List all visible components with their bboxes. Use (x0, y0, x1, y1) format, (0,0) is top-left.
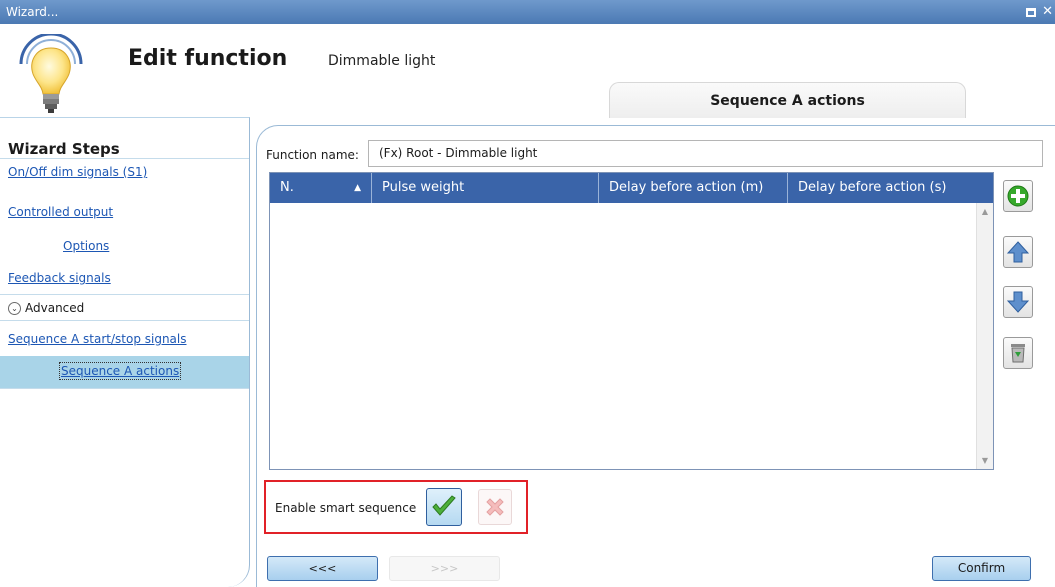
column-header-delay-m[interactable]: Delay before action (m) (599, 173, 788, 203)
add-icon (1007, 185, 1029, 207)
divider (0, 158, 249, 159)
smart-sequence-label: Enable smart sequence (275, 501, 417, 515)
scroll-up-icon[interactable]: ▲ (977, 207, 993, 216)
next-button[interactable]: >>> (389, 556, 500, 581)
header: Edit function Dimmable light Sequence A … (0, 24, 1055, 118)
column-label: N. (280, 180, 294, 195)
wizard-steps-panel: Wizard Steps On/Off dim signals (S1) Con… (0, 117, 250, 587)
step-on-off-dim-signals[interactable]: On/Off dim signals (S1) (8, 165, 147, 179)
function-name-input[interactable]: (Fx) Root - Dimmable light (368, 140, 1043, 167)
page-title: Edit function (128, 46, 288, 71)
title-bar: Wizard... ✕ (0, 0, 1055, 24)
step-options[interactable]: Options (63, 239, 109, 253)
delete-icon (1011, 344, 1025, 363)
column-header-delay-s[interactable]: Delay before action (s) (788, 173, 975, 203)
divider (0, 388, 249, 389)
scroll-down-icon[interactable]: ▼ (977, 456, 993, 465)
step-controlled-output[interactable]: Controlled output (8, 205, 113, 219)
table-header: N. ▲ Pulse weight Delay before action (m… (270, 173, 993, 203)
close-icon[interactable]: ✕ (1042, 0, 1053, 24)
checkmark-icon (432, 495, 456, 516)
move-up-button[interactable] (1003, 236, 1033, 268)
column-header-n[interactable]: N. ▲ (270, 173, 372, 203)
divider (0, 294, 249, 295)
wizard-window: Wizard... ✕ Edit function Dimmable light… (0, 0, 1055, 587)
add-action-button[interactable] (1003, 180, 1033, 212)
disable-smart-sequence-button[interactable] (478, 489, 512, 525)
smart-sequence-group: Enable smart sequence (264, 480, 528, 534)
move-down-button[interactable] (1003, 286, 1033, 318)
advanced-toggle[interactable]: ⌄ Advanced (8, 301, 84, 315)
back-button[interactable]: <<< (267, 556, 378, 581)
maximize-icon[interactable] (1026, 7, 1037, 17)
confirm-button[interactable]: Confirm (932, 556, 1031, 581)
table-scrollbar[interactable]: ▲ ▼ (976, 203, 993, 469)
window-title: Wizard... (6, 5, 59, 19)
function-name-label: Function name: (266, 148, 359, 162)
cross-icon (486, 498, 504, 516)
move-down-icon (1007, 291, 1029, 313)
delete-action-button[interactable] (1003, 337, 1033, 369)
enable-smart-sequence-button[interactable] (426, 488, 462, 526)
column-header-pulse-weight[interactable]: Pulse weight (372, 173, 599, 203)
light-bulb-icon (19, 34, 83, 113)
step-sequence-a-start-stop-signals[interactable]: Sequence A start/stop signals (8, 332, 187, 346)
chevron-down-icon: ⌄ (8, 301, 21, 315)
sort-ascending-icon: ▲ (354, 183, 361, 193)
wizard-steps-title: Wizard Steps (8, 140, 120, 158)
step-feedback-signals[interactable]: Feedback signals (8, 271, 111, 285)
step-sequence-a-actions[interactable]: Sequence A actions (58, 362, 182, 380)
tab-sequence-a-actions[interactable]: Sequence A actions (609, 82, 966, 118)
actions-table: N. ▲ Pulse weight Delay before action (m… (269, 172, 994, 470)
divider (0, 320, 249, 321)
move-up-icon (1007, 241, 1029, 263)
advanced-label: Advanced (25, 301, 85, 315)
page-subtitle: Dimmable light (328, 53, 436, 69)
